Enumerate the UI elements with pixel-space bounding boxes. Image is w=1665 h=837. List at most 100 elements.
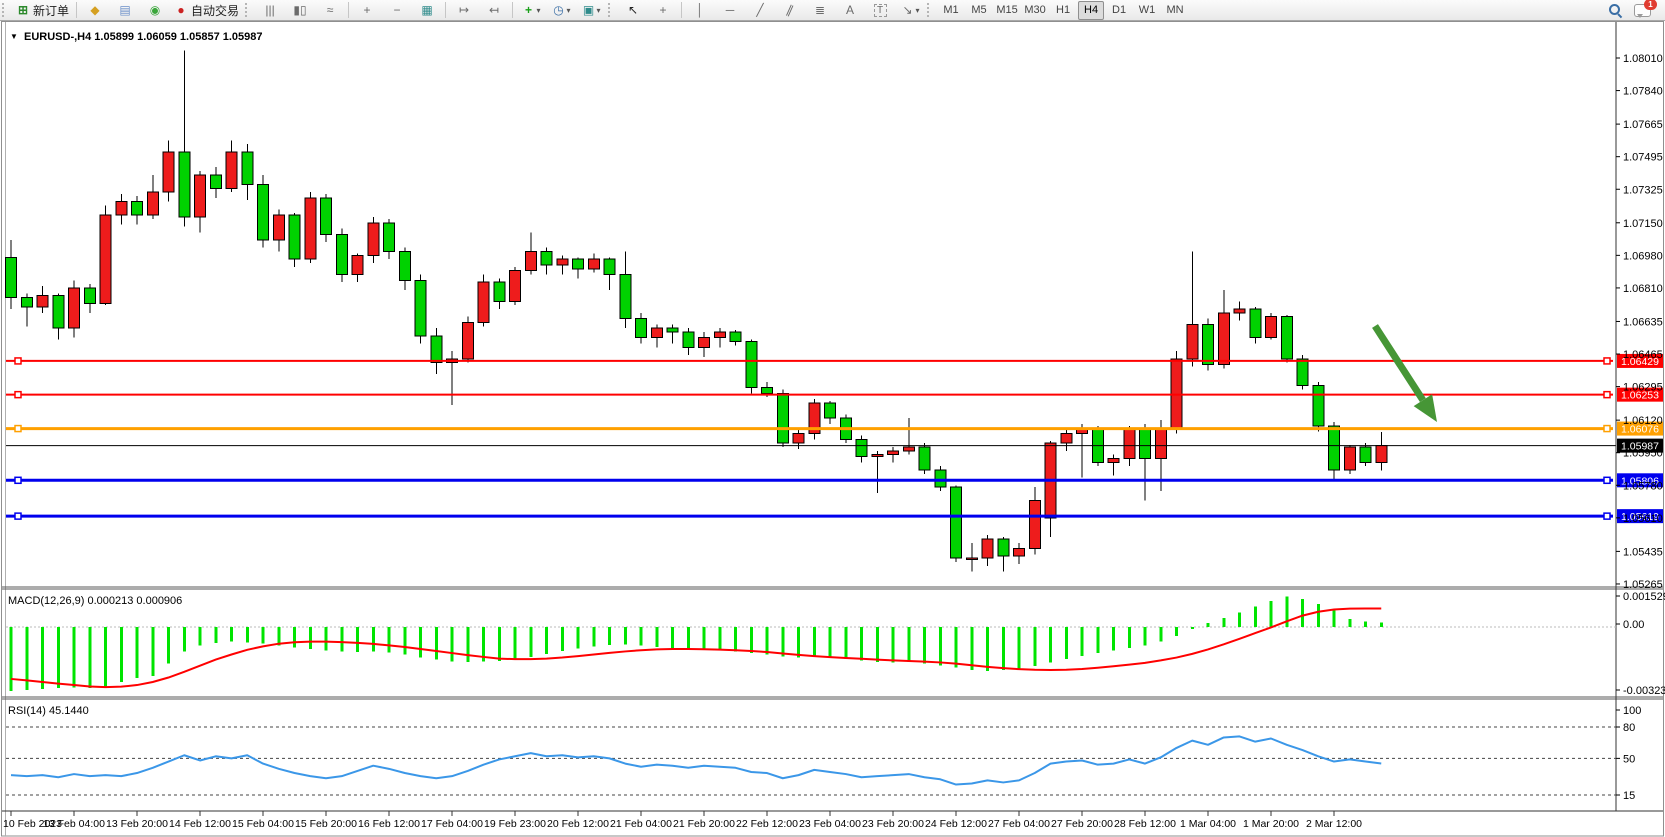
cursor-icon: ↖	[626, 3, 640, 17]
svg-text:23 Feb 20:00: 23 Feb 20:00	[862, 818, 924, 830]
indicators-add-icon: +	[522, 3, 536, 17]
chart-shift-button[interactable]: ↤	[480, 0, 508, 20]
rsi-label: RSI(14) 45.1440	[8, 705, 89, 717]
timeframe-toolbar: M1M5M15M30H1H4D1W1MN	[937, 1, 1189, 20]
svg-text:1.06120: 1.06120	[1623, 415, 1663, 427]
chat-bubble-icon: 1	[1634, 4, 1651, 17]
svg-text:24 Feb 12:00: 24 Feb 12:00	[925, 818, 987, 830]
svg-text:19 Feb 23:00: 19 Feb 23:00	[484, 818, 546, 830]
zoom-in-icon: +	[360, 3, 374, 17]
templates-button[interactable]: ▣▾	[577, 0, 605, 20]
profile-button[interactable]: ◆	[81, 0, 109, 20]
crosshair-icon: +	[656, 3, 670, 17]
toolbar-grip[interactable]	[927, 3, 933, 17]
svg-text:21 Feb 04:00: 21 Feb 04:00	[610, 818, 672, 830]
timeframe-button-MN[interactable]: MN	[1162, 1, 1188, 20]
chart-title: EURUSD-,H4 1.05899 1.06059 1.05857 1.059…	[24, 31, 263, 43]
trendline-tool-button[interactable]: ╱	[746, 0, 774, 20]
timeframe-button-M15[interactable]: M15	[994, 1, 1020, 20]
cursor-tool-button[interactable]: ↖	[619, 0, 647, 20]
line-chart-mode-button[interactable]: ≈	[316, 0, 344, 20]
candlestick-chart-icon: ▮▯	[293, 3, 307, 17]
signals-icon: ◉	[148, 3, 162, 17]
svg-text:50: 50	[1623, 753, 1635, 765]
svg-text:0.00: 0.00	[1623, 619, 1644, 631]
timeframe-button-H1[interactable]: H1	[1050, 1, 1076, 20]
toolbar-separator	[76, 2, 77, 18]
svg-text:15 Feb 20:00: 15 Feb 20:00	[295, 818, 357, 830]
templates-icon: ▣	[582, 3, 596, 17]
crosshair-tool-button[interactable]: +	[649, 0, 677, 20]
macd-label: MACD(12,26,9) 0.000213 0.000906	[8, 595, 182, 607]
price-chart[interactable]: 1.064291.062531.060761.058061.056191.059…	[0, 0, 1665, 837]
toolbar-grip[interactable]	[608, 3, 614, 17]
svg-text:1.06295: 1.06295	[1623, 382, 1663, 394]
svg-text:21 Feb 20:00: 21 Feb 20:00	[673, 818, 735, 830]
svg-text:2 Mar 12:00: 2 Mar 12:00	[1306, 818, 1362, 830]
auto-trading-button[interactable]: ● 自动交易	[171, 0, 242, 20]
svg-text:1 Mar 04:00: 1 Mar 04:00	[1180, 818, 1236, 830]
channel-tool-button[interactable]: ∥	[776, 0, 804, 20]
new-order-button[interactable]: ⊞ 新订单	[13, 0, 72, 20]
svg-text:1.06980: 1.06980	[1623, 250, 1663, 262]
svg-text:1.06810: 1.06810	[1623, 283, 1663, 295]
timeframe-button-M30[interactable]: M30	[1022, 1, 1048, 20]
line-chart-icon: ≈	[323, 3, 337, 17]
auto-trading-label: 自动交易	[191, 2, 239, 19]
notifications-button[interactable]: 1	[1631, 0, 1664, 20]
zoom-in-button[interactable]: +	[353, 0, 381, 20]
timeframe-button-D1[interactable]: D1	[1106, 1, 1132, 20]
bar-chart-icon: |||	[263, 3, 277, 17]
svg-text:100: 100	[1623, 705, 1641, 717]
collapse-arrow-icon: ▼	[10, 32, 18, 41]
chevron-down-icon: ▾	[537, 6, 541, 15]
auto-scroll-button[interactable]: ↦	[450, 0, 478, 20]
svg-text:27 Feb 04:00: 27 Feb 04:00	[988, 818, 1050, 830]
svg-text:0.001529: 0.001529	[1623, 591, 1665, 603]
fibonacci-tool-button[interactable]: ≣	[806, 0, 834, 20]
new-order-icon: ⊞	[16, 3, 30, 17]
text-tool-button[interactable]: A	[836, 0, 864, 20]
history-center-button[interactable]: ▤	[111, 0, 139, 20]
svg-text:13 Feb 20:00: 13 Feb 20:00	[106, 818, 168, 830]
arrows-tool-button[interactable]: ↘▾	[896, 0, 924, 20]
svg-text:17 Feb 04:00: 17 Feb 04:00	[421, 818, 483, 830]
toolbar-grip[interactable]	[245, 3, 251, 17]
chart-title-group: ▼ EURUSD-,H4 1.05899 1.06059 1.05857 1.05…	[10, 31, 263, 43]
timeframe-button-H4[interactable]: H4	[1078, 1, 1104, 20]
periods-button[interactable]: ◷▾	[547, 0, 575, 20]
main-toolbar: ⊞ 新订单 ◆ ▤ ◉ ● 自动交易 ||| ▮▯ ≈ + − ▦ ↦ ↤ +▾…	[0, 0, 1665, 21]
history-center-icon: ▤	[118, 3, 132, 17]
trendline-icon: ╱	[753, 3, 767, 17]
zoom-out-button[interactable]: −	[383, 0, 411, 20]
auto-trading-icon: ●	[174, 3, 188, 17]
timeframe-button-M1[interactable]: M1	[938, 1, 964, 20]
timeframe-button-W1[interactable]: W1	[1134, 1, 1160, 20]
horizontal-line-tool-button[interactable]: ─	[716, 0, 744, 20]
bar-chart-mode-button[interactable]: |||	[256, 0, 284, 20]
text-label-icon: T	[874, 4, 887, 17]
candle-chart-mode-button[interactable]: ▮▯	[286, 0, 314, 20]
chevron-down-icon: ▾	[597, 6, 601, 15]
svg-text:13 Feb 04:00: 13 Feb 04:00	[43, 818, 105, 830]
svg-text:14 Feb 12:00: 14 Feb 12:00	[169, 818, 231, 830]
timeframe-button-M5[interactable]: M5	[966, 1, 992, 20]
indicators-button[interactable]: +▾	[517, 0, 545, 20]
svg-text:80: 80	[1623, 722, 1635, 734]
svg-text:1.07665: 1.07665	[1623, 119, 1663, 131]
toolbar-separator	[512, 2, 513, 18]
tile-windows-button[interactable]: ▦	[413, 0, 441, 20]
svg-text:15: 15	[1623, 790, 1635, 802]
vertical-line-tool-button[interactable]: │	[686, 0, 714, 20]
svg-text:1.07325: 1.07325	[1623, 184, 1663, 196]
search-button[interactable]	[1601, 0, 1629, 20]
svg-text:1.07150: 1.07150	[1623, 218, 1663, 230]
signals-button[interactable]: ◉	[141, 0, 169, 20]
toolbar-grip[interactable]	[2, 3, 8, 17]
mt4-terminal: { "toolbar": { "new_order_label": "新订单",…	[0, 0, 1665, 837]
svg-text:1.08010: 1.08010	[1623, 53, 1663, 65]
chevron-down-icon: ▾	[916, 6, 920, 15]
notification-badge: 1	[1644, 0, 1657, 10]
text-label-tool-button[interactable]: T	[866, 0, 894, 20]
new-order-label: 新订单	[33, 2, 69, 19]
